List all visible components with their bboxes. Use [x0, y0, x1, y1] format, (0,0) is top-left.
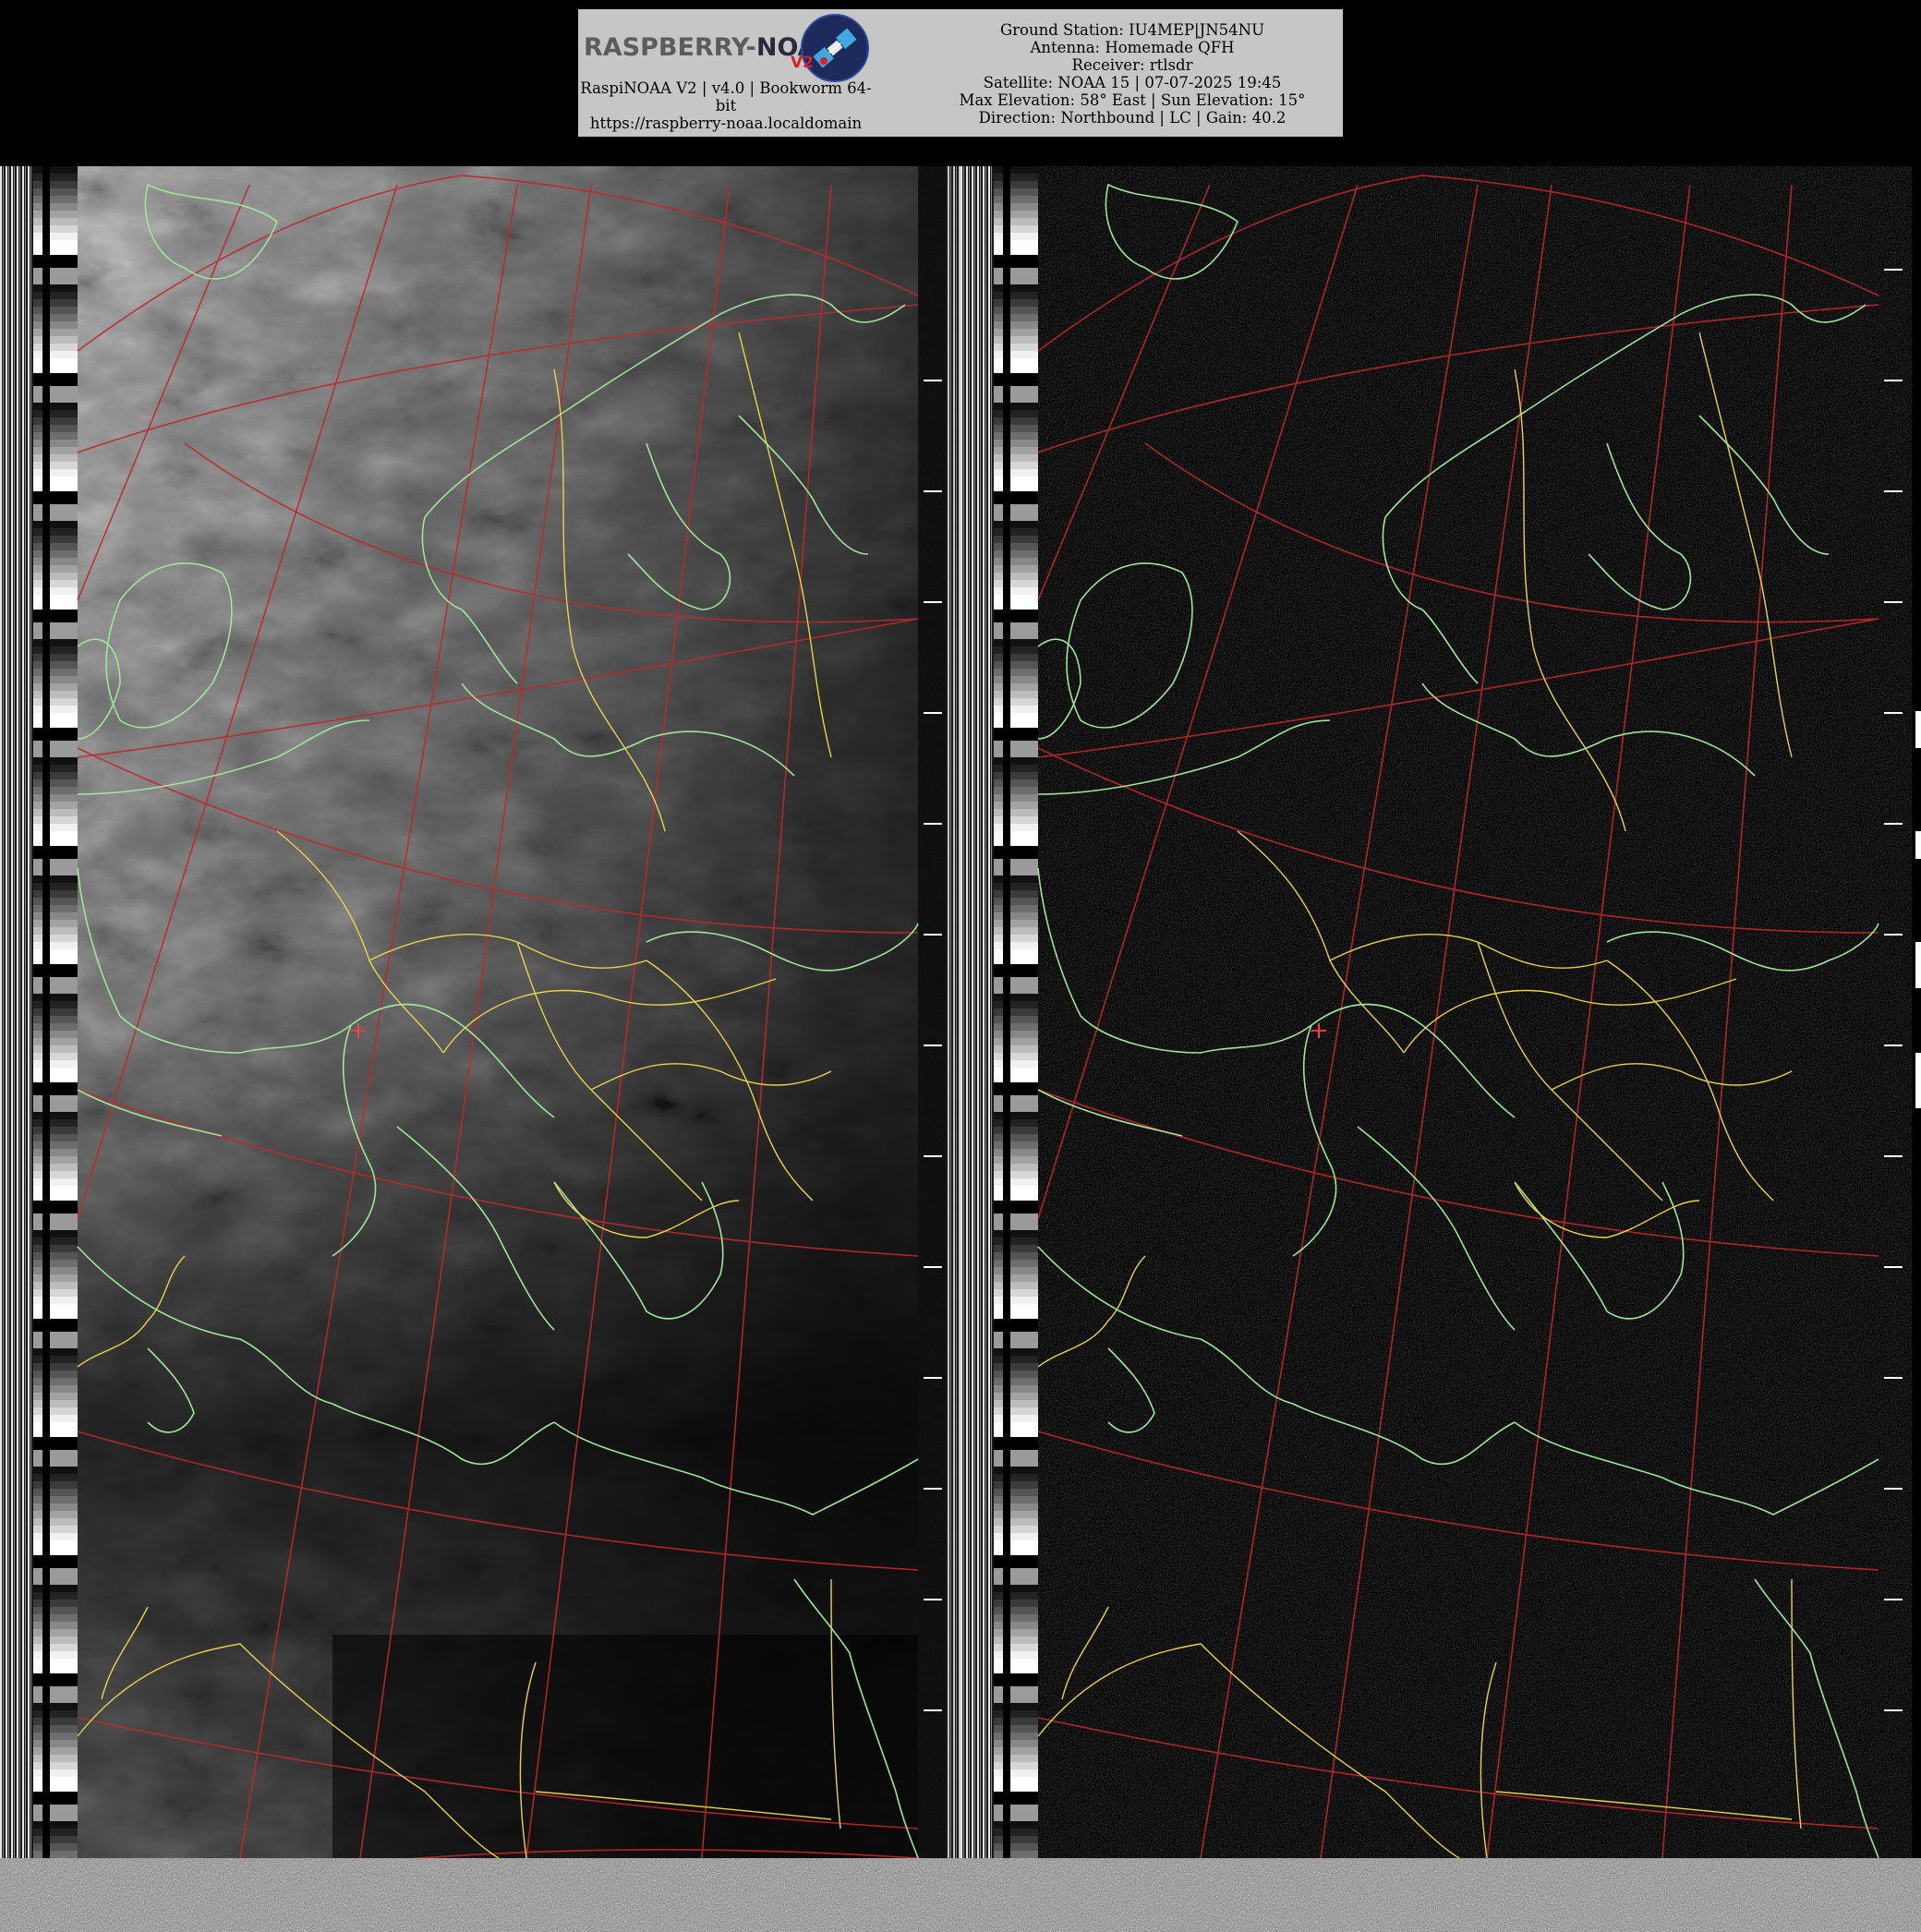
satellite-icon	[801, 14, 869, 82]
visible-channel-image	[0, 166, 960, 1858]
antenna-text: Antenna: Homemade QFH	[1030, 39, 1235, 56]
software-caption: RaspiNOAA V2 | v4.0 | Bookworm 64- bit h…	[578, 79, 874, 132]
ground-station-text: Ground Station: IU4MEP|JN54NU	[999, 21, 1265, 39]
elevation-text: Max Elevation: 58° East | Sun Elevation:…	[959, 91, 1306, 109]
software-version-line: RaspiNOAA V2 | v4.0 | Bookworm 64-	[580, 79, 872, 97]
direction-text: Direction: Northbound | LC | Gain: 40.2	[978, 109, 1287, 127]
logo-version-mark: V2	[791, 54, 814, 72]
station-url: https://raspberry-noaa.localdomain	[589, 115, 863, 132]
signal-noise-strip	[0, 1858, 1921, 1932]
satellite-text: Satellite: NOAA 15 | 07-07-2025 19:45	[983, 74, 1282, 91]
software-version-line-wrap: bit	[715, 97, 737, 115]
receiver-text: Receiver: rtlsdr	[1071, 56, 1193, 74]
logo-word-left: RASPBERRY-	[584, 33, 756, 62]
pass-info: Ground Station: IU4MEP|JN54NU Antenna: H…	[929, 21, 1335, 127]
infrared-channel-image	[960, 166, 1921, 1858]
info-banner: RASPBERRY-NOAA V2 RaspiNOAA V2 | v4.0 | …	[578, 9, 1343, 137]
